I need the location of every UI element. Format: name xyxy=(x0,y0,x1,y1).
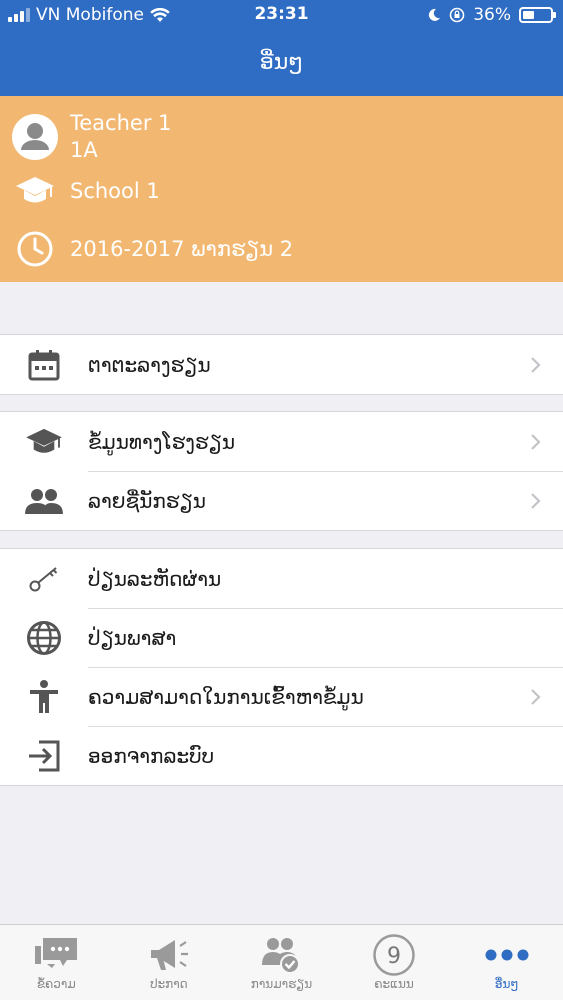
tab-messages[interactable]: ຂໍ້ຄວາມ xyxy=(0,925,113,1000)
menu-item-change-language[interactable]: ປ່ຽນພາສາ xyxy=(0,608,563,667)
schedule-section: ຕາຕະລາງຮຽນ xyxy=(0,334,563,395)
profile-card: Teacher 1 1A School 1 2016-2017 ພາກຮຽນ 2 xyxy=(0,96,563,282)
orientation-lock-icon xyxy=(449,7,465,23)
calendar-icon xyxy=(28,349,60,380)
status-bar: VN Mobifone 23:31 36% xyxy=(0,0,563,32)
score-badge: 9 xyxy=(387,944,401,969)
page-title: ອື່ນໆ xyxy=(259,50,304,75)
term-label: 2016-2017 ພາກຮຽນ 2 xyxy=(70,236,294,261)
menu-item-school-info[interactable]: ຂໍ້ມູນທາງໂຮງຮຽນ xyxy=(0,412,563,471)
tab-attendance[interactable]: ການມາຮຽນ xyxy=(225,925,338,1000)
chevron-right-icon xyxy=(531,433,541,450)
navigation-bar: VN Mobifone 23:31 36% ອື່ນໆ xyxy=(0,0,563,96)
accessibility-label: ຄວາມສາມາດໃນການເຂົ້າຫາຂໍ້ມູນ xyxy=(88,684,364,709)
tab-label: ການມາຮຽນ xyxy=(250,977,313,991)
tab-label: ຂໍ້ຄວາມ xyxy=(36,977,76,991)
key-icon xyxy=(29,566,58,591)
school-name: School 1 xyxy=(70,178,160,203)
tab-announcements[interactable]: ປະກາດ xyxy=(113,925,226,1000)
attendance-icon xyxy=(262,938,301,974)
more-dots-icon xyxy=(485,949,529,961)
menu-item-accessibility[interactable]: ຄວາມສາມາດໃນການເຂົ້າຫາຂໍ້ມູນ xyxy=(0,667,563,726)
tab-bar: ຂໍ້ຄວາມ ປະກາດ ການມາຮຽນ 9 ຄະແນນ ອື່ນໆ xyxy=(0,924,563,1000)
tab-scores[interactable]: 9 ຄະແນນ xyxy=(338,925,451,1000)
profile-school-row: School 1 xyxy=(12,168,160,214)
menu-item-change-password[interactable]: ປ່ຽນລະຫັດຜ່ານ xyxy=(0,549,563,608)
school-section: ຂໍ້ມູນທາງໂຮງຮຽນ ລາຍຊື່ນັກຮຽນ xyxy=(0,411,563,531)
people-icon xyxy=(25,488,63,514)
chat-icon xyxy=(35,938,78,968)
avatar-icon xyxy=(12,114,58,160)
logout-icon xyxy=(29,740,60,771)
settings-section: ປ່ຽນລະຫັດຜ່ານ ປ່ຽນພາສາ ຄວາມສາມາດໃນການເຂົ… xyxy=(0,548,563,786)
menu-item-student-list[interactable]: ລາຍຊື່ນັກຮຽນ xyxy=(0,471,563,530)
chevron-right-icon xyxy=(531,492,541,509)
student-list-label: ລາຍຊື່ນັກຮຽນ xyxy=(88,488,206,513)
globe-icon xyxy=(27,620,61,655)
menu-item-logout[interactable]: ອອກຈາກລະບົບ xyxy=(0,726,563,785)
graduation-cap-icon xyxy=(16,177,54,203)
battery-percent: 36% xyxy=(473,5,511,25)
chevron-right-icon xyxy=(531,688,541,705)
chevron-right-icon xyxy=(531,356,541,373)
profile-teacher-row: Teacher 1 1A xyxy=(12,110,172,164)
clock-icon xyxy=(17,231,53,267)
tab-label: ອື່ນໆ xyxy=(494,977,519,991)
accessibility-icon xyxy=(30,679,58,713)
battery-icon xyxy=(519,7,556,23)
teacher-name: Teacher 1 xyxy=(70,111,172,135)
tab-label: ຄະແນນ xyxy=(374,977,414,991)
change-password-label: ປ່ຽນລະຫັດຜ່ານ xyxy=(88,566,222,591)
tab-label: ປະກາດ xyxy=(150,977,188,991)
megaphone-icon xyxy=(150,940,188,970)
profile-term-row: 2016-2017 ພາກຮຽນ 2 xyxy=(12,226,293,272)
change-language-label: ປ່ຽນພາສາ xyxy=(88,625,177,650)
graduation-cap-icon xyxy=(26,428,62,453)
schedule-label: ຕາຕະລາງຮຽນ xyxy=(88,352,211,377)
menu-item-schedule[interactable]: ຕາຕະລາງຮຽນ xyxy=(0,335,563,394)
moon-icon xyxy=(429,8,441,21)
school-info-label: ຂໍ້ມູນທາງໂຮງຮຽນ xyxy=(88,429,236,454)
class-name: 1A xyxy=(70,138,98,162)
tab-more[interactable]: ອື່ນໆ xyxy=(450,925,563,1000)
score-icon: 9 xyxy=(373,934,415,976)
logout-label: ອອກຈາກລະບົບ xyxy=(88,743,215,768)
